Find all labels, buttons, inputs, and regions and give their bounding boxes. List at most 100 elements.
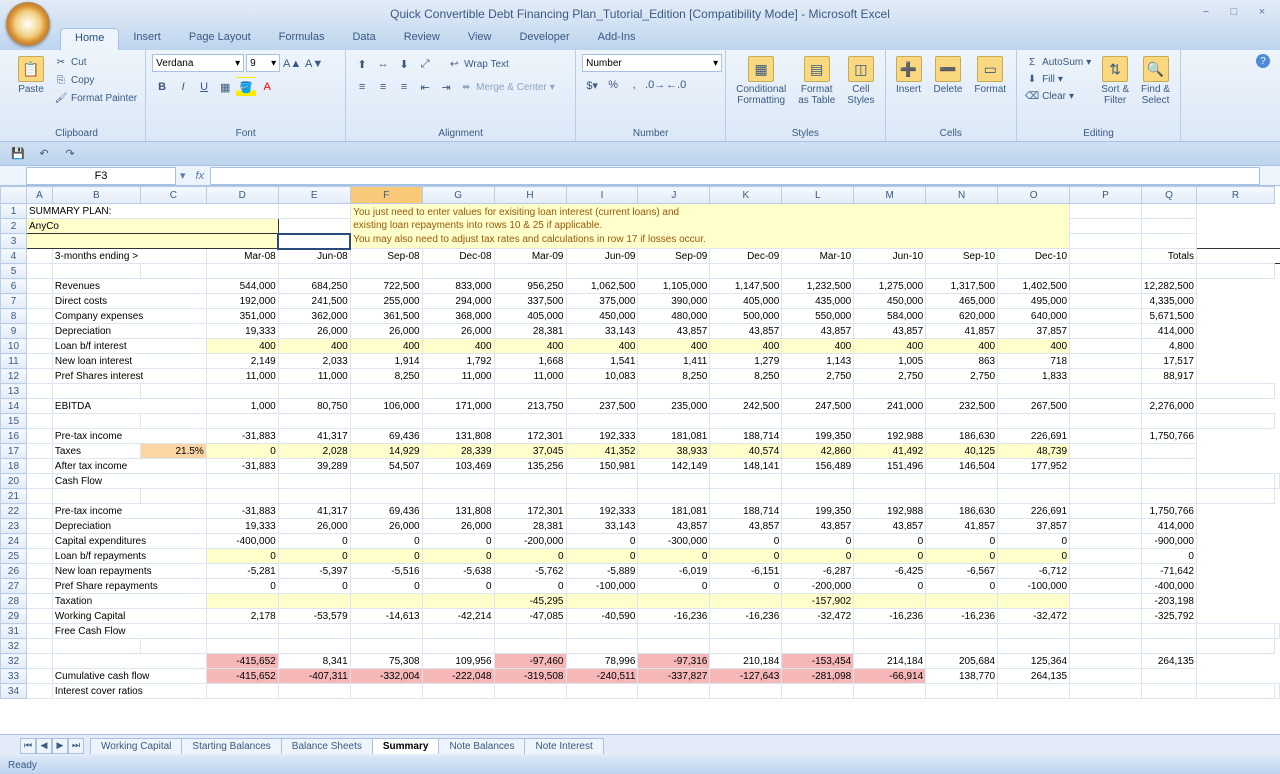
row-header[interactable]: 34 xyxy=(1,684,27,699)
row-header[interactable]: 32 xyxy=(1,654,27,669)
ribbon-tab-page-layout[interactable]: Page Layout xyxy=(175,28,265,50)
align-middle-icon[interactable]: ↔ xyxy=(373,54,393,74)
col-header-N[interactable]: N xyxy=(926,187,998,204)
prev-sheet-icon[interactable]: ◀ xyxy=(36,738,52,754)
save-icon[interactable]: 💾 xyxy=(8,144,28,164)
formula-bar[interactable] xyxy=(210,167,1260,185)
row-header[interactable]: 33 xyxy=(1,669,27,684)
row-header[interactable]: 28 xyxy=(1,594,27,609)
fill-button[interactable]: ⬇Fill ▾ xyxy=(1023,71,1093,87)
font-color-button[interactable]: A xyxy=(257,77,277,97)
row-header[interactable]: 32 xyxy=(1,639,27,654)
col-header-A[interactable]: A xyxy=(26,187,52,204)
fx-icon[interactable]: fx xyxy=(190,170,211,182)
active-cell[interactable] xyxy=(278,234,350,249)
autosum-button[interactable]: ΣAutoSum ▾ xyxy=(1023,54,1093,70)
fill-color-button[interactable]: 🪣 xyxy=(236,77,256,97)
format-button[interactable]: ▭Format xyxy=(970,54,1010,97)
inc-decimal-icon[interactable]: .0→ xyxy=(645,75,665,95)
row-header[interactable]: 23 xyxy=(1,519,27,534)
ribbon-tab-home[interactable]: Home xyxy=(60,28,119,50)
first-sheet-icon[interactable]: ⏮ xyxy=(20,738,36,754)
col-header-J[interactable]: J xyxy=(638,187,710,204)
row-header[interactable]: 18 xyxy=(1,459,27,474)
row-header[interactable]: 2 xyxy=(1,219,27,234)
col-header-P[interactable]: P xyxy=(1070,187,1142,204)
row-header[interactable]: 20 xyxy=(1,474,27,489)
undo-icon[interactable]: ↶ xyxy=(34,144,54,164)
sheet-tab-balance-sheets[interactable]: Balance Sheets xyxy=(281,738,373,754)
row-header[interactable]: 17 xyxy=(1,444,27,459)
ribbon-tab-review[interactable]: Review xyxy=(390,28,454,50)
col-header-C[interactable]: C xyxy=(140,187,206,204)
indent-dec-icon[interactable]: ⇤ xyxy=(415,77,435,97)
row-header[interactable]: 11 xyxy=(1,354,27,369)
col-header-Q[interactable]: Q xyxy=(1141,187,1196,204)
align-top-icon[interactable]: ⬆ xyxy=(352,54,372,74)
minimize-icon[interactable]: − xyxy=(1194,4,1218,20)
maximize-icon[interactable]: □ xyxy=(1222,4,1246,20)
percent-button[interactable]: % xyxy=(603,75,623,95)
paste-button[interactable]: 📋 Paste xyxy=(14,54,48,97)
spreadsheet-grid[interactable]: ABCDEFGHIJKLMNOPQR1SUMMARY PLAN:You just… xyxy=(0,186,1280,699)
row-header[interactable]: 8 xyxy=(1,309,27,324)
dec-decimal-icon[interactable]: ←.0 xyxy=(666,75,686,95)
row-header[interactable]: 5 xyxy=(1,264,27,279)
row-header[interactable]: 10 xyxy=(1,339,27,354)
align-bottom-icon[interactable]: ⬇ xyxy=(394,54,414,74)
row-header[interactable]: 15 xyxy=(1,414,27,429)
col-header-B[interactable]: B xyxy=(52,187,140,204)
ribbon-tab-data[interactable]: Data xyxy=(338,28,389,50)
border-button[interactable]: ▦ xyxy=(215,77,235,97)
row-header[interactable]: 24 xyxy=(1,534,27,549)
bold-button[interactable]: B xyxy=(152,77,172,97)
sheet-tab-summary[interactable]: Summary xyxy=(372,738,440,754)
row-header[interactable]: 31 xyxy=(1,624,27,639)
next-sheet-icon[interactable]: ▶ xyxy=(52,738,68,754)
sheet-tab-working-capital[interactable]: Working Capital xyxy=(90,738,182,754)
col-header-M[interactable]: M xyxy=(854,187,926,204)
ribbon-tab-insert[interactable]: Insert xyxy=(119,28,175,50)
cell-styles-button[interactable]: ◫Cell Styles xyxy=(843,54,878,108)
sheet-tab-note-balances[interactable]: Note Balances xyxy=(438,738,525,754)
currency-button[interactable]: $▾ xyxy=(582,75,602,95)
ribbon-tab-view[interactable]: View xyxy=(454,28,506,50)
align-left-icon[interactable]: ≡ xyxy=(352,77,372,97)
comma-button[interactable]: , xyxy=(624,75,644,95)
col-header-K[interactable]: K xyxy=(710,187,782,204)
ribbon-tab-developer[interactable]: Developer xyxy=(505,28,583,50)
font-size-combo[interactable]: 9▾ xyxy=(246,54,280,72)
grow-font-icon[interactable]: A▲ xyxy=(282,54,302,74)
help-icon[interactable]: ? xyxy=(1256,54,1270,68)
row-header[interactable]: 13 xyxy=(1,384,27,399)
row-header[interactable]: 7 xyxy=(1,294,27,309)
col-header-R[interactable]: R xyxy=(1196,187,1274,204)
underline-button[interactable]: U xyxy=(194,77,214,97)
shrink-font-icon[interactable]: A▼ xyxy=(304,54,324,74)
col-header-O[interactable]: O xyxy=(998,187,1070,204)
row-header[interactable]: 29 xyxy=(1,609,27,624)
delete-button[interactable]: ➖Delete xyxy=(930,54,967,97)
col-header-G[interactable]: G xyxy=(422,187,494,204)
row-header[interactable]: 25 xyxy=(1,549,27,564)
wrap-text-button[interactable]: ↩Wrap Text xyxy=(445,56,511,72)
number-format-combo[interactable]: Number▾ xyxy=(582,54,722,72)
ribbon-tab-formulas[interactable]: Formulas xyxy=(265,28,339,50)
office-button[interactable] xyxy=(6,2,50,46)
col-header-I[interactable]: I xyxy=(566,187,638,204)
find-select-button[interactable]: 🔍Find & Select xyxy=(1137,54,1174,108)
row-header[interactable]: 14 xyxy=(1,399,27,414)
col-header-E[interactable]: E xyxy=(278,187,350,204)
ribbon-tab-add-ins[interactable]: Add-Ins xyxy=(584,28,650,50)
select-all-corner[interactable] xyxy=(1,187,27,204)
clear-button[interactable]: ⌫Clear ▾ xyxy=(1023,88,1093,104)
cut-button[interactable]: ✂Cut xyxy=(52,54,139,70)
row-header[interactable]: 9 xyxy=(1,324,27,339)
orientation-icon[interactable]: ⤢ xyxy=(415,54,435,74)
insert-button[interactable]: ➕Insert xyxy=(892,54,926,97)
dropdown-icon[interactable]: ▾ xyxy=(176,169,190,182)
format-painter-button[interactable]: 🖌Format Painter xyxy=(52,90,139,106)
col-header-D[interactable]: D xyxy=(206,187,278,204)
row-header[interactable]: 22 xyxy=(1,504,27,519)
row-header[interactable]: 3 xyxy=(1,234,27,249)
